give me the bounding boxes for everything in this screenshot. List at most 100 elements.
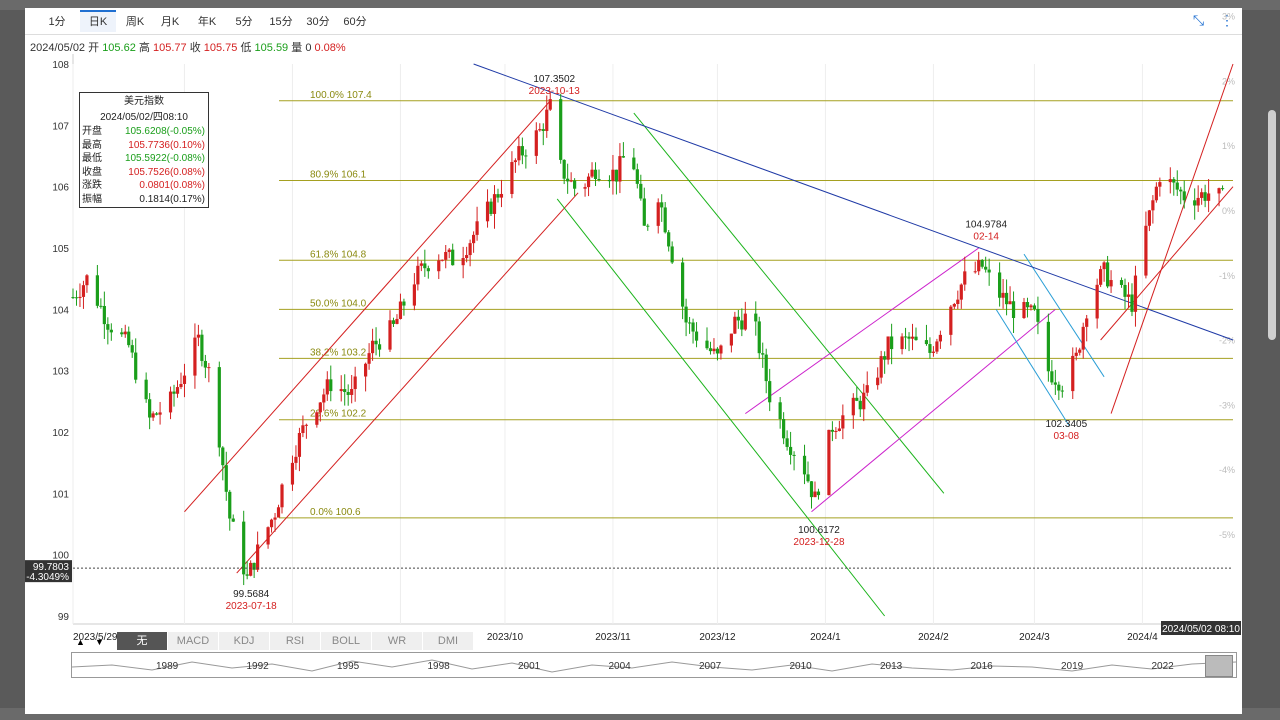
y-tick-label: 105 bbox=[52, 244, 69, 255]
candle-body bbox=[343, 389, 347, 393]
candle-body bbox=[252, 562, 256, 570]
candle-body bbox=[179, 383, 183, 388]
info-title: 美元指数 bbox=[124, 96, 164, 107]
candle-body bbox=[301, 425, 305, 434]
info-row-label: 最高 bbox=[82, 139, 102, 151]
candle-body bbox=[318, 402, 322, 413]
candle-body bbox=[855, 397, 859, 401]
candle-body bbox=[377, 344, 382, 350]
candle-body bbox=[1196, 197, 1200, 206]
nav-down-arrow[interactable]: ▼ bbox=[95, 637, 104, 647]
navigator-year-label: 2016 bbox=[970, 661, 993, 672]
candle-body bbox=[635, 169, 639, 184]
time-navigator[interactable]: 1989 1992 1995 1998 2001 2004 2007 2010 2013 2016… bbox=[71, 652, 1237, 678]
candle-body bbox=[1119, 280, 1124, 285]
candle-body bbox=[1078, 349, 1082, 353]
info-row: 振幅 0.1814(0.17%) bbox=[80, 193, 208, 206]
navigator-year-label: 2013 bbox=[880, 661, 903, 672]
candle-body bbox=[952, 304, 956, 307]
candle-body bbox=[618, 156, 622, 182]
trend-line bbox=[556, 198, 886, 617]
candle-body bbox=[1008, 301, 1012, 305]
candle-body bbox=[883, 356, 887, 360]
candle-body bbox=[938, 334, 942, 342]
candle-body bbox=[851, 397, 855, 416]
navigator-year-label: 2001 bbox=[518, 661, 541, 672]
navigator-year-label: 2019 bbox=[1061, 661, 1084, 672]
candle-body bbox=[809, 481, 814, 498]
candle-body bbox=[193, 337, 197, 376]
fib-label: 23.6% 102.2 bbox=[310, 409, 367, 420]
candle-body bbox=[980, 260, 984, 267]
pct-tick-label: -5% bbox=[1219, 530, 1235, 540]
pct-tick-label: -2% bbox=[1219, 336, 1235, 346]
candle-body bbox=[621, 156, 625, 158]
candle-body bbox=[1126, 294, 1131, 297]
indicator-tab-5[interactable]: WR bbox=[372, 632, 423, 650]
candle-body bbox=[440, 259, 444, 261]
candle-body bbox=[144, 379, 148, 400]
candle-body bbox=[294, 456, 298, 463]
candle-body bbox=[694, 331, 699, 341]
candle-body bbox=[890, 336, 894, 350]
candle-body bbox=[827, 429, 831, 496]
candle-body bbox=[541, 129, 545, 131]
candle-body bbox=[1193, 200, 1197, 206]
candle-body bbox=[1182, 191, 1186, 201]
candle-body bbox=[304, 424, 308, 426]
candle-body bbox=[590, 169, 594, 177]
y-tick-label: 102 bbox=[52, 428, 69, 439]
candle-body bbox=[322, 394, 326, 403]
candle-body bbox=[837, 428, 841, 431]
candle-body bbox=[269, 519, 274, 528]
info-row-label: 涨跌 bbox=[82, 180, 102, 191]
candle-body bbox=[757, 321, 761, 354]
candle-body bbox=[611, 169, 615, 182]
candle-body bbox=[910, 336, 915, 339]
candle-body bbox=[782, 419, 786, 439]
indicator-tab-2[interactable]: KDJ bbox=[219, 632, 270, 650]
candle-body bbox=[538, 129, 542, 131]
navigator-thumb[interactable] bbox=[1205, 655, 1233, 677]
info-row-label: 收盘 bbox=[82, 166, 102, 178]
indicator-tab-3[interactable]: RSI bbox=[270, 632, 321, 650]
navigator-year-label: 1998 bbox=[427, 661, 450, 672]
candle-body bbox=[123, 331, 127, 335]
candle-body bbox=[1102, 262, 1106, 270]
indicator-tab-4[interactable]: BOLL bbox=[321, 632, 372, 650]
x-tick-label: 2024/3 bbox=[1019, 632, 1050, 643]
x-tick-label: 2024/4 bbox=[1127, 632, 1158, 643]
candle-body bbox=[200, 334, 204, 361]
x-tick-label: 2023/11 bbox=[595, 632, 631, 643]
candle-body bbox=[207, 367, 211, 369]
fib-label: 50.0% 104.0 bbox=[310, 298, 367, 309]
info-datetime: 2024/05/02/四08:10 bbox=[100, 112, 188, 123]
candle-body bbox=[740, 320, 744, 330]
candle-body bbox=[273, 517, 277, 520]
candle-body bbox=[1057, 384, 1061, 391]
candle-body bbox=[1168, 179, 1172, 183]
y-tick-label: 106 bbox=[52, 183, 69, 194]
page-scrollbar[interactable] bbox=[1268, 110, 1276, 340]
indicator-tab-0[interactable]: 无 bbox=[117, 632, 168, 650]
info-row: 最高 105.7736(0.10%) bbox=[80, 139, 208, 152]
candle-body bbox=[764, 354, 768, 382]
indicator-tab-1[interactable]: MACD bbox=[168, 632, 219, 650]
indicator-tab-6[interactable]: DMI bbox=[423, 632, 474, 650]
candle-body bbox=[1203, 192, 1207, 201]
candle-body bbox=[1011, 301, 1016, 319]
candle-body bbox=[245, 574, 249, 576]
candle-body bbox=[468, 243, 472, 256]
candle-body bbox=[242, 521, 246, 575]
candle-body bbox=[155, 413, 159, 415]
candle-body bbox=[614, 169, 619, 182]
candle-body bbox=[1029, 305, 1033, 308]
extreme-value: 104.9784 bbox=[965, 219, 1007, 230]
candle-body bbox=[492, 194, 497, 214]
candle-body bbox=[928, 344, 932, 353]
candle-body bbox=[998, 272, 1002, 298]
candle-body bbox=[705, 340, 709, 349]
candle-body bbox=[168, 391, 173, 413]
nav-up-arrow[interactable]: ▲ bbox=[76, 637, 85, 647]
candle-body bbox=[74, 297, 79, 299]
